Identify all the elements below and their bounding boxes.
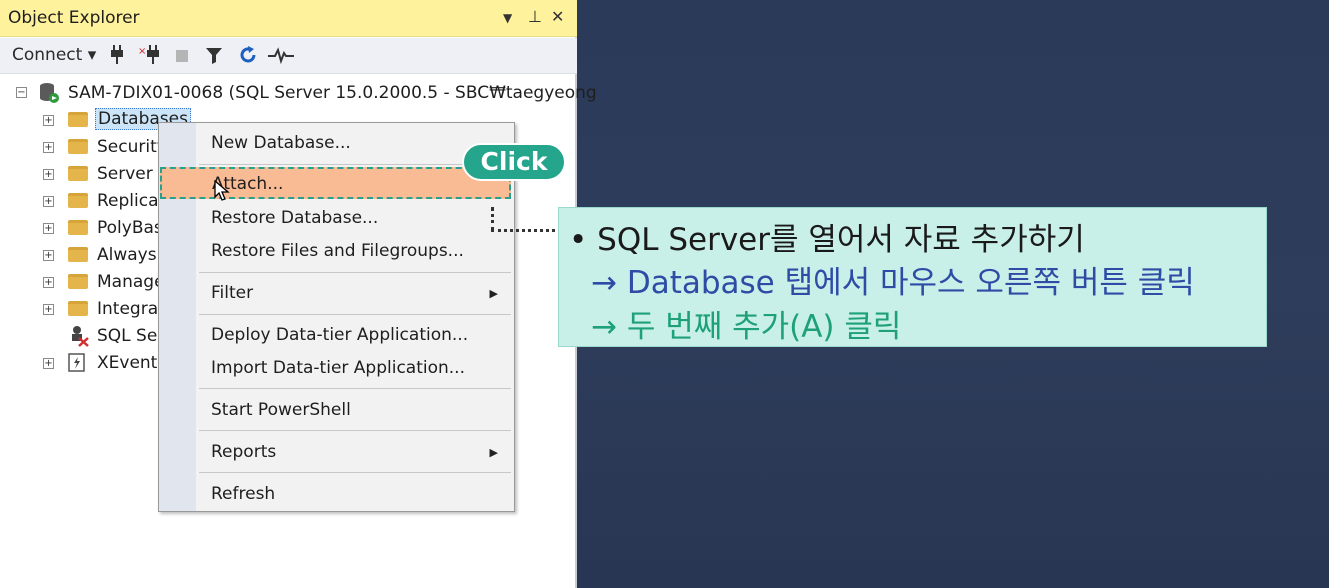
folder-icon	[68, 112, 88, 127]
expand-icon[interactable]: +	[43, 223, 54, 234]
tree-node-label: SQL Se	[97, 326, 158, 346]
submenu-arrow-icon: ▶	[489, 287, 498, 300]
menu-item-restore-database[interactable]: Restore Database...	[211, 208, 378, 228]
pin-icon[interactable]: ⊥	[528, 7, 542, 26]
connect-plug-icon[interactable]	[110, 45, 124, 70]
folder-icon	[68, 247, 88, 262]
panel-title: Object Explorer	[8, 8, 140, 28]
folder-icon	[68, 193, 88, 208]
svg-text:×: ×	[138, 46, 146, 57]
instruction-callout: • SQL Server를 열어서 자료 추가하기 → Database 탭에서…	[558, 207, 1267, 347]
callout-connector	[491, 207, 494, 231]
folder-icon	[68, 166, 88, 181]
panel-titlebar: Object Explorer ▼ ⊥ ✕	[0, 0, 577, 37]
tree-node-label: XEvent	[97, 353, 158, 373]
menu-item-start-powershell[interactable]: Start PowerShell	[211, 400, 351, 420]
filter-icon[interactable]	[205, 45, 223, 70]
folder-icon	[68, 301, 88, 316]
connect-button[interactable]: Connect ▾	[12, 45, 96, 65]
callout-connector	[491, 229, 561, 232]
stop-icon[interactable]	[175, 45, 189, 70]
close-icon[interactable]: ✕	[551, 7, 564, 26]
tree-server-node[interactable]: − SAM-7DIX01-0068 (SQL Server 15.0.2000.…	[0, 80, 597, 109]
menu-separator	[199, 388, 511, 389]
mouse-cursor-icon	[214, 179, 230, 207]
tree-node-label: Replicat	[97, 191, 166, 211]
menu-item-attach-highlight[interactable]: Attach...	[160, 167, 511, 199]
expand-icon[interactable]: +	[43, 304, 54, 315]
submenu-arrow-icon: ▶	[489, 446, 498, 459]
callout-line-1: • SQL Server를 열어서 자료 추가하기	[569, 222, 1085, 258]
tree-node-label: Manage	[97, 272, 165, 292]
sql-agent-icon	[68, 325, 90, 352]
xevent-icon	[68, 353, 86, 378]
expand-icon[interactable]: +	[43, 115, 54, 126]
expand-icon[interactable]: +	[43, 142, 54, 153]
callout-line-2: → Database 탭에서 마우스 오른쪽 버튼 클릭	[591, 265, 1195, 301]
tree-node-label: Always	[97, 245, 157, 265]
expand-icon[interactable]: +	[43, 250, 54, 261]
tree-node-label: PolyBas	[97, 218, 163, 238]
folder-icon	[68, 220, 88, 235]
menu-item-reports[interactable]: Reports	[211, 442, 276, 462]
collapse-icon[interactable]: −	[16, 87, 27, 98]
callout-line-3: → 두 번째 추가(A) 클릭	[591, 309, 902, 345]
expand-icon[interactable]: +	[43, 277, 54, 288]
folder-icon	[68, 274, 88, 289]
menu-item-restore-files[interactable]: Restore Files and Filegroups...	[211, 241, 464, 261]
tree-node-label: Integrat	[97, 299, 165, 319]
menu-item-filter[interactable]: Filter	[211, 283, 253, 303]
expand-icon[interactable]: +	[43, 169, 54, 180]
menu-item-import-data-tier[interactable]: Import Data-tier Application...	[211, 358, 465, 378]
menu-separator	[199, 314, 511, 315]
click-badge: Click	[462, 143, 566, 181]
menu-separator	[199, 472, 511, 473]
expand-icon[interactable]: +	[43, 196, 54, 207]
menu-item-deploy-data-tier[interactable]: Deploy Data-tier Application...	[211, 325, 468, 345]
folder-icon	[68, 139, 88, 154]
server-node-label: SAM-7DIX01-0068 (SQL Server 15.0.2000.5 …	[68, 83, 597, 103]
window-position-dropdown-icon[interactable]: ▼	[503, 11, 512, 25]
menu-item-new-database[interactable]: New Database...	[211, 133, 351, 153]
menu-separator	[199, 272, 511, 273]
disconnect-plug-icon[interactable]: ×	[138, 45, 160, 70]
server-icon	[38, 82, 60, 109]
menu-separator	[199, 430, 511, 431]
object-explorer-toolbar: Connect ▾ ×	[0, 38, 577, 74]
activity-monitor-icon[interactable]	[268, 45, 294, 70]
refresh-icon[interactable]	[238, 45, 258, 70]
menu-item-refresh[interactable]: Refresh	[211, 484, 275, 504]
expand-icon[interactable]: +	[43, 358, 54, 369]
tree-node-label: Security	[97, 137, 167, 157]
